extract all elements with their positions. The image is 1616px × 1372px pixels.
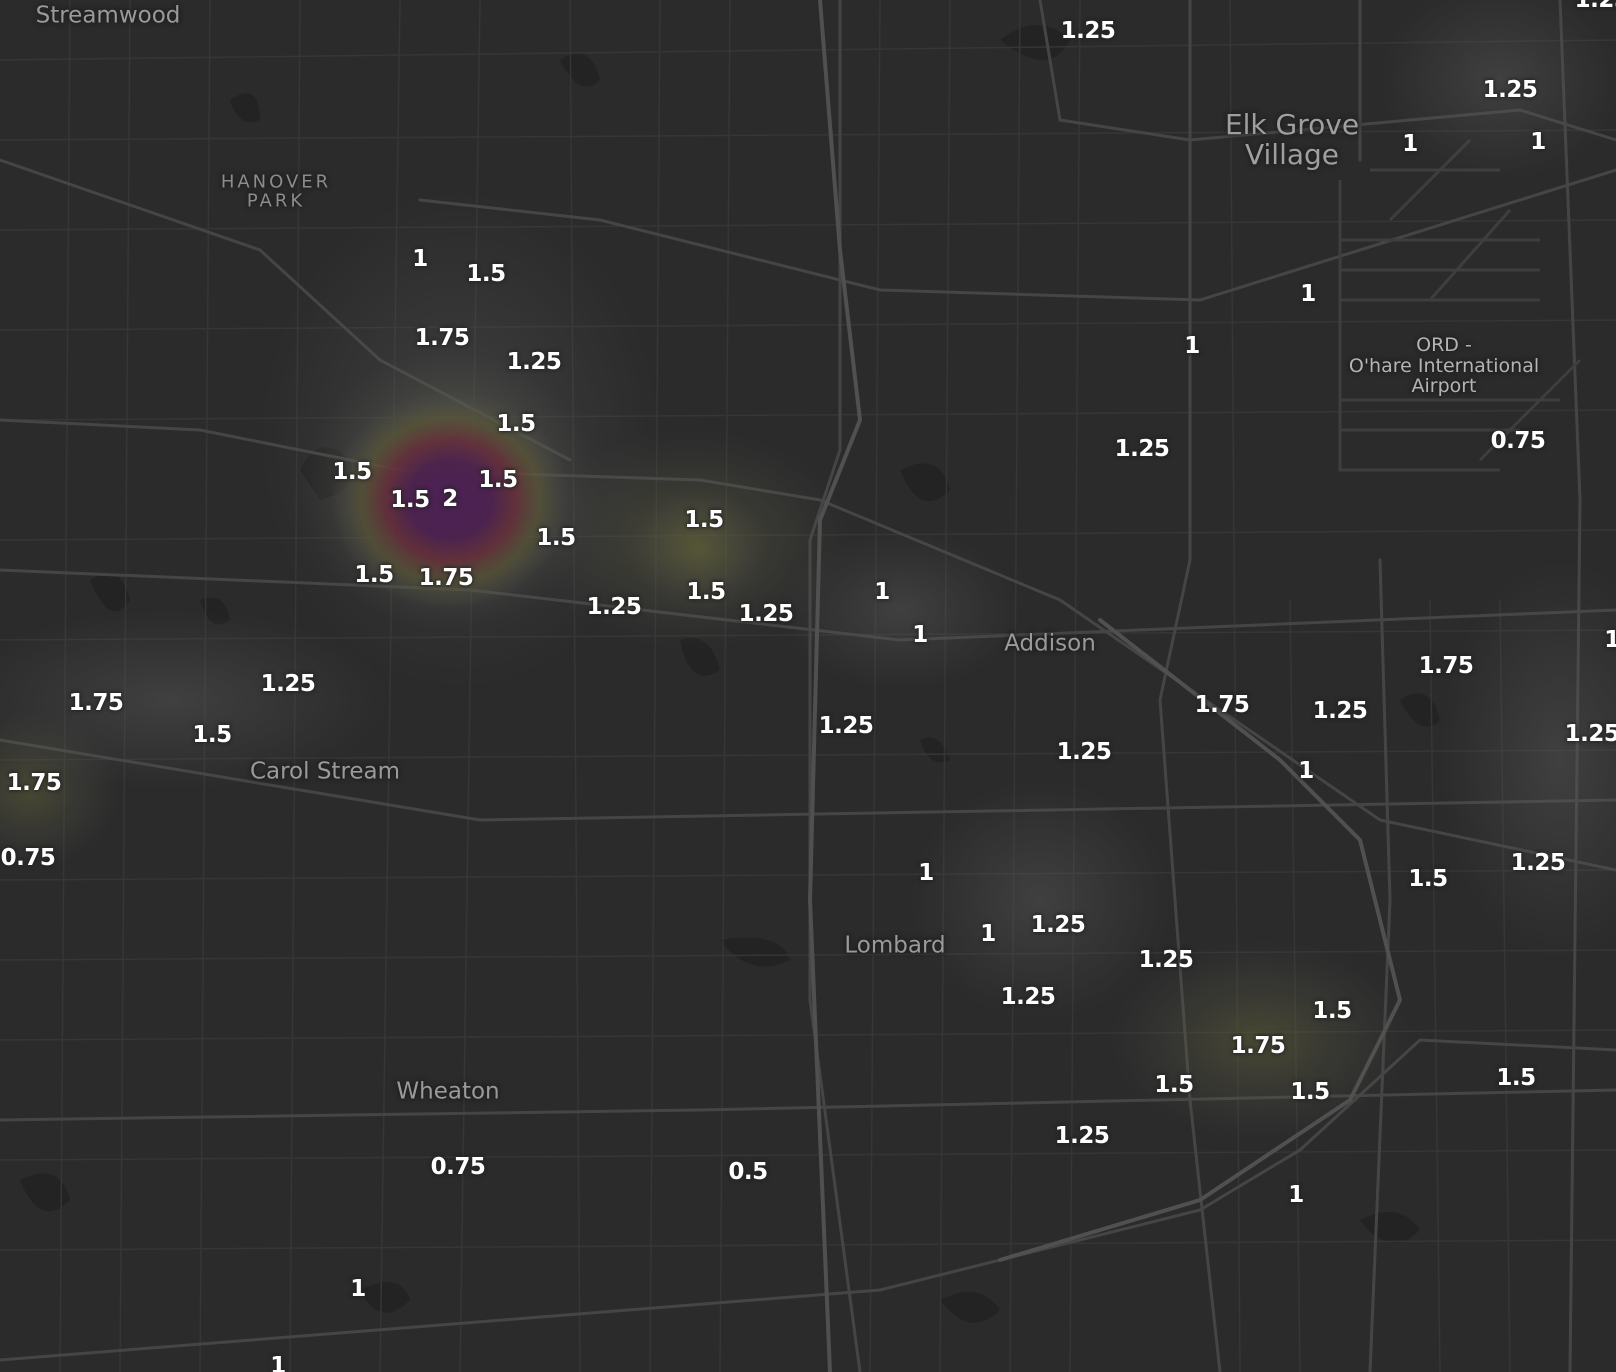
reading-label: 1.5 [686,579,726,605]
place-label-addison: Addison [1004,630,1096,657]
reading-label: 1.5 [354,562,394,588]
reading-label: 1.75 [6,770,62,796]
reading-label: 1.25 [1510,850,1566,876]
place-label-hanover-park: HANOVER PARK [220,171,332,212]
reading-label: 0.75 [430,1154,486,1180]
map-canvas[interactable]: Streamwood HANOVER PARK Elk Grove Village ORD… [0,0,1616,1372]
reading-label: 1.5 [536,525,576,551]
reading-label: 1.25 [506,349,562,375]
reading-label: 1.5 [466,261,506,287]
reading-label: 0.75 [0,845,56,871]
reading-label: 1.25 [1114,436,1170,462]
place-label-lombard: Lombard [844,932,946,959]
reading-label: 1 [270,1353,286,1372]
reading-label: 1.5 [1290,1079,1330,1105]
reading-label: 1 [1288,1182,1304,1208]
reading-label: 1 [1530,129,1546,155]
reading-label: 1 [980,921,996,947]
reading-label: 0.5 [728,1159,768,1185]
airport-runways [1338,138,1582,472]
reading-label: 1.25 [1056,739,1112,765]
reading-label: 1 [1184,333,1200,359]
reading-label: 1.25 [260,671,316,697]
reading-label: 1.25 [1574,0,1616,13]
reading-label: 1.25 [1138,947,1194,973]
reading-label: 1.25 [1482,77,1538,103]
reading-label: 1.25 [1060,18,1116,44]
reading-label: 1 [1402,131,1418,157]
reading-label: 1.5 [684,507,724,533]
reading-label: 1.25 [586,594,642,620]
reading-label: 1.75 [418,565,474,591]
reading-label: 1.5 [192,722,232,748]
place-label-streamwood: Streamwood [35,2,181,29]
reading-label: 1.25 [1312,698,1368,724]
reading-label: 1 [918,860,934,886]
reading-label: 1.5 [1408,866,1448,892]
reading-label: 1.25 [738,601,794,627]
reading-label: 1.25 [1054,1123,1110,1149]
reading-label: 1.5 [1496,1065,1536,1091]
reading-label: 0.75 [1490,428,1546,454]
reading-label: 1 [412,246,428,272]
reading-label: 1 [350,1276,366,1302]
reading-label: 1.5 [1312,998,1352,1024]
reading-label: 1.5 [496,411,536,437]
place-label-wheaton: Wheaton [396,1078,500,1105]
reading-label: 1 [874,579,890,605]
reading-label: 1.25 [1000,984,1056,1010]
reading-label: 1.25 [818,713,874,739]
reading-label: 1.5 [478,467,518,493]
reading-label: 1.5 [390,487,430,513]
reading-label: 1 [912,622,928,648]
reading-label: 1.75 [414,325,470,351]
reading-label: 1.75 [68,690,124,716]
reading-label: 2 [442,486,458,512]
reading-label: 1.5 [1154,1072,1194,1098]
place-label-carol-stream: Carol Stream [249,758,401,785]
reading-label: 1.25 [1030,912,1086,938]
place-label-ord-airport: ORD - O'hare International Airport [1348,334,1540,398]
reading-label: 1 [1300,281,1316,307]
reading-label: 1.5 [332,459,372,485]
reading-label: 1.75 [1418,653,1474,679]
reading-label: 1.75 [1194,692,1250,718]
place-label-elk-grove-village: Elk Grove Village [1224,107,1360,171]
reading-label: 1 [1604,627,1616,653]
reading-label: 1.25 [1564,721,1616,747]
reading-label: 1.75 [1230,1033,1286,1059]
reading-label: 1 [1298,758,1314,784]
